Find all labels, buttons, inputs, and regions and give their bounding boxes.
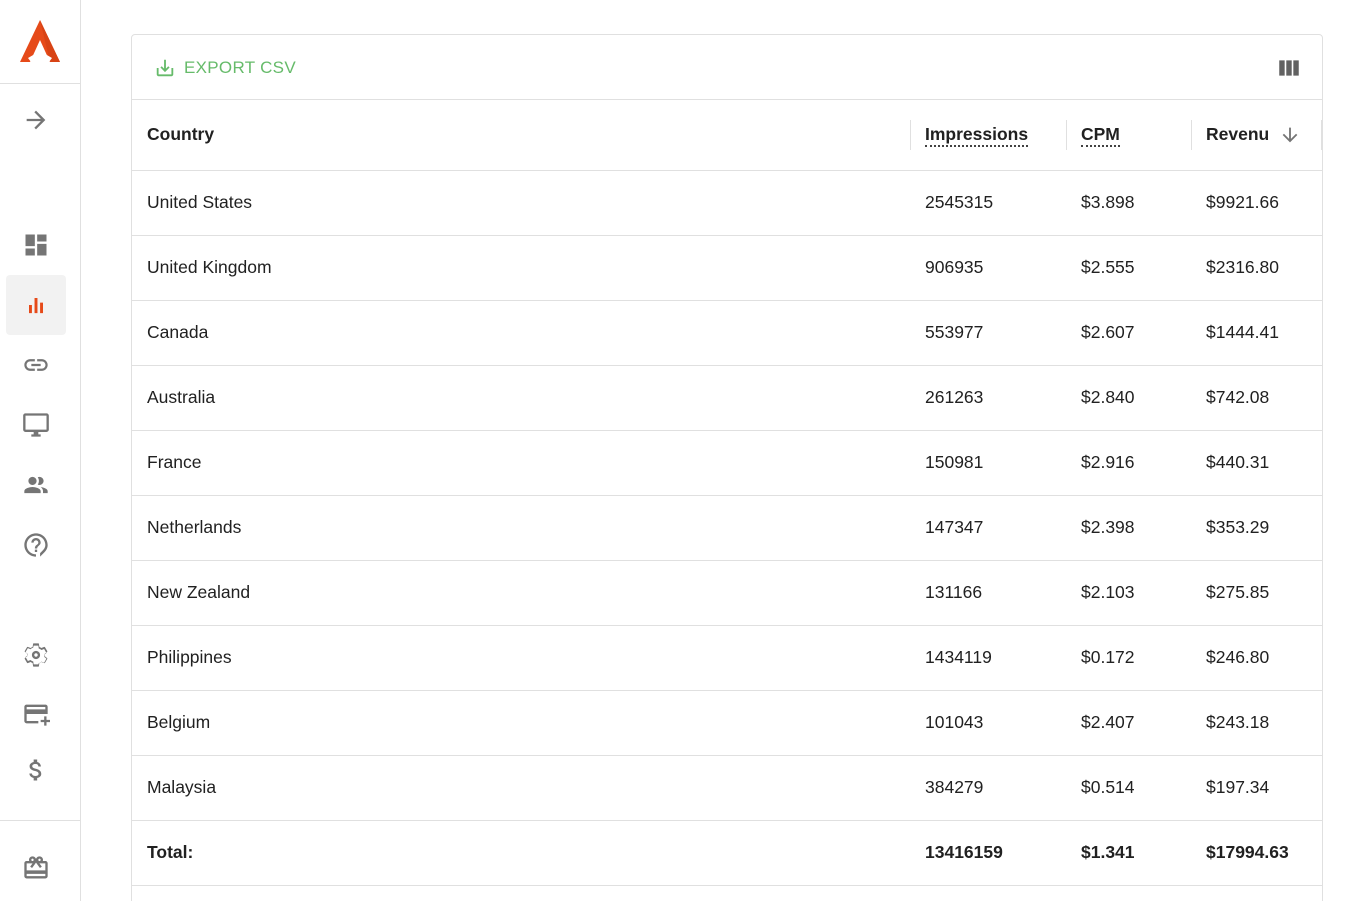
nav-rewards[interactable] <box>6 838 66 898</box>
cell-country: Canada <box>147 322 209 342</box>
cell-impressions: 2545315 <box>925 192 994 212</box>
column-header-country[interactable]: Country <box>132 100 910 170</box>
nav-sites[interactable] <box>6 395 66 455</box>
cell-cpm: $2.607 <box>1081 322 1135 342</box>
table-header-row: Country Impressions CPM Revenu <box>132 100 1322 170</box>
add-card-icon <box>24 704 50 726</box>
sidebar <box>0 0 81 901</box>
total-impressions: 13416159 <box>925 842 1003 862</box>
table-toolbar: EXPORT CSV <box>132 35 1322 100</box>
cell-impressions: 384279 <box>925 777 984 797</box>
cell-country: Malaysia <box>147 777 217 797</box>
nav-links[interactable] <box>6 335 66 395</box>
arrow-right-icon <box>26 110 46 130</box>
cell-impressions: 150981 <box>925 452 984 472</box>
cell-country: Australia <box>147 387 216 407</box>
column-header-country-label: Country <box>147 124 215 145</box>
dashboard-icon <box>25 234 47 256</box>
table-row[interactable]: New Zealand 131166 $2.103 $275.85 <box>132 560 1322 625</box>
table-row[interactable]: United States 2545315 $3.898 $9921.66 <box>132 170 1322 235</box>
dollar-icon <box>29 759 42 781</box>
table-row[interactable]: Netherlands 147347 $2.398 $353.29 <box>132 495 1322 560</box>
cell-cpm: $2.916 <box>1081 452 1135 472</box>
cell-revenue: $1444.41 <box>1206 322 1279 342</box>
cell-revenue: $353.29 <box>1206 517 1270 537</box>
monitor-icon <box>23 413 49 437</box>
settings-icon <box>24 643 48 667</box>
nav-reports[interactable] <box>6 275 66 335</box>
bar-chart-icon <box>29 298 43 314</box>
table-row[interactable]: Australia 261263 $2.840 $742.08 <box>132 365 1322 430</box>
cell-impressions: 131166 <box>925 582 983 602</box>
table-row[interactable]: Philippines 1434119 $0.172 $246.80 <box>132 625 1322 690</box>
columns-button[interactable] <box>1276 55 1302 81</box>
cell-cpm: $2.398 <box>1081 517 1135 537</box>
cell-revenue: $275.85 <box>1206 582 1270 602</box>
expand-sidebar-button[interactable] <box>6 90 66 150</box>
download-icon <box>156 59 174 77</box>
brand-logo[interactable] <box>0 0 80 84</box>
total-label: Total: <box>147 842 194 862</box>
total-revenue: $17994.63 <box>1206 842 1289 862</box>
cell-revenue: $2316.80 <box>1206 257 1279 277</box>
link-icon <box>24 359 48 371</box>
column-header-impressions[interactable]: Impressions <box>910 100 1066 170</box>
cell-country: United States <box>147 192 253 212</box>
country-revenue-table: Country Impressions CPM Revenu United St… <box>132 100 1322 886</box>
nav-payment-methods[interactable] <box>6 684 66 744</box>
export-csv-label: EXPORT CSV <box>184 58 296 77</box>
column-header-revenue[interactable]: Revenu <box>1191 100 1322 170</box>
cell-cpm: $2.840 <box>1081 387 1135 407</box>
people-icon <box>24 476 48 494</box>
column-header-cpm[interactable]: CPM <box>1066 100 1191 170</box>
view-columns-icon <box>1279 60 1299 76</box>
cell-cpm: $2.555 <box>1081 257 1135 277</box>
table-row[interactable]: Belgium 101043 $2.407 $243.18 <box>132 690 1322 755</box>
cell-impressions: 147347 <box>925 517 984 537</box>
table-row[interactable]: United Kingdom 906935 $2.555 $2316.80 <box>132 235 1322 300</box>
cell-revenue: $246.80 <box>1206 647 1270 667</box>
cell-revenue: $243.18 <box>1206 712 1270 732</box>
gift-icon <box>24 856 48 879</box>
total-cpm: $1.341 <box>1081 842 1135 862</box>
cell-country: New Zealand <box>147 582 251 602</box>
cell-revenue: $742.08 <box>1206 387 1270 407</box>
cell-revenue: $440.31 <box>1206 452 1270 472</box>
report-table-card: EXPORT CSV Country Impressions CPM Reven… <box>131 34 1323 901</box>
cell-country: United Kingdom <box>147 257 272 277</box>
table-row[interactable]: Malaysia 384279 $0.514 $197.34 <box>132 755 1322 820</box>
total-row: Total: 13416159 $1.341 $17994.63 <box>132 820 1322 885</box>
column-header-revenue-label: Revenu <box>1206 123 1270 144</box>
cell-cpm: $2.407 <box>1081 712 1135 732</box>
cell-country: Belgium <box>147 712 211 732</box>
cell-impressions: 553977 <box>925 322 984 342</box>
cell-impressions: 261263 <box>925 387 984 407</box>
table-row[interactable]: Canada 553977 $2.607 $1444.41 <box>132 300 1322 365</box>
cell-cpm: $0.172 <box>1081 647 1135 667</box>
cell-impressions: 906935 <box>925 257 984 277</box>
brand-a-logo-icon <box>20 19 60 62</box>
nav-users[interactable] <box>6 455 66 515</box>
cell-country: Philippines <box>147 647 232 667</box>
column-header-impressions-label: Impressions <box>925 124 1029 148</box>
nav-payouts[interactable] <box>6 740 66 800</box>
cell-impressions: 1434119 <box>925 647 992 667</box>
cell-cpm: $2.103 <box>1081 582 1135 602</box>
cell-revenue: $197.34 <box>1206 777 1270 797</box>
cell-country: France <box>147 452 202 472</box>
cell-cpm: $3.898 <box>1081 192 1135 212</box>
nav-help[interactable] <box>6 515 66 575</box>
arrow-down-icon[interactable] <box>1279 124 1301 146</box>
cell-revenue: $9921.66 <box>1206 192 1279 212</box>
nav-dashboard[interactable] <box>6 215 66 275</box>
cell-impressions: 101043 <box>925 712 984 732</box>
column-header-cpm-label: CPM <box>1081 124 1120 148</box>
cell-country: Netherlands <box>147 517 242 537</box>
cell-cpm: $0.514 <box>1081 777 1135 797</box>
nav-settings[interactable] <box>6 625 66 685</box>
export-csv-button[interactable]: EXPORT CSV <box>154 55 296 81</box>
table-row[interactable]: France 150981 $2.916 $440.31 <box>132 430 1322 495</box>
help-icon <box>24 533 48 557</box>
